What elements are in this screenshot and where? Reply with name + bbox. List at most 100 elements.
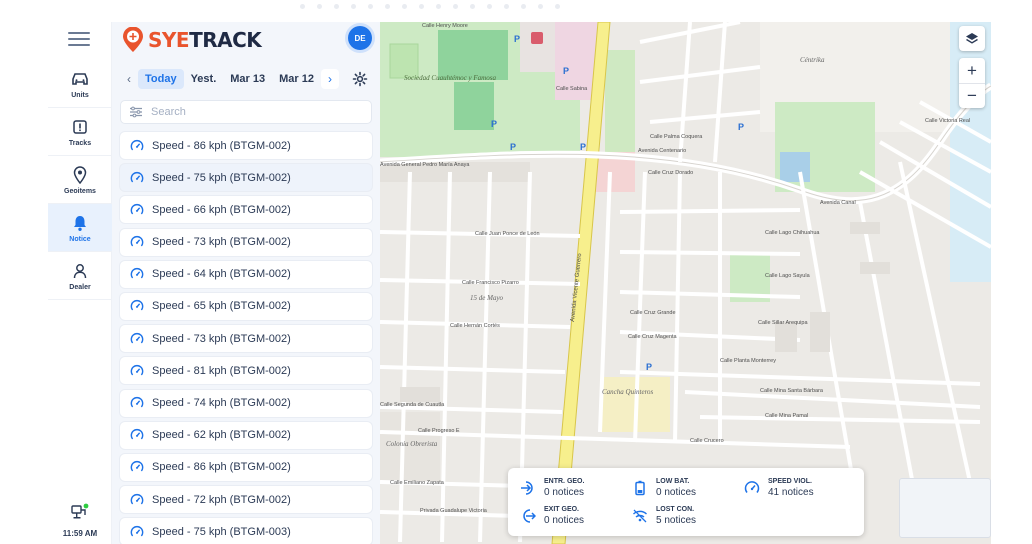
speedometer-icon bbox=[130, 203, 144, 215]
prev-date-button[interactable]: ‹ bbox=[120, 69, 138, 89]
battery-icon bbox=[630, 478, 650, 498]
settings-gear-icon[interactable] bbox=[351, 70, 369, 88]
map-place-label: Sociedad Cuauhtémoc y Famosa bbox=[404, 74, 496, 82]
speedometer-icon bbox=[742, 478, 762, 498]
notice-item[interactable]: Speed - 73 kph (BTGM-002) bbox=[120, 228, 372, 256]
notice-item[interactable]: Speed - 75 kph (BTGM-003) bbox=[120, 518, 372, 544]
svg-text:P: P bbox=[514, 34, 520, 44]
user-avatar[interactable]: DE bbox=[348, 26, 372, 50]
map-place-label: Colonia Obrerista bbox=[386, 440, 438, 448]
map-place-label: Cancha Quinteros bbox=[602, 388, 654, 396]
notice-item[interactable]: Speed - 72 kph (BTGM-002) bbox=[120, 486, 372, 514]
car-icon bbox=[69, 68, 91, 90]
svg-text:P: P bbox=[510, 142, 516, 152]
notice-text: Speed - 86 kph (BTGM-002) bbox=[152, 139, 291, 152]
nav-item-notice[interactable]: Notice bbox=[48, 204, 112, 252]
map-street-label: Calle Henry Moore bbox=[422, 23, 468, 29]
nav-rail: Units Tracks Geoitems Notice Dealer 11:5… bbox=[48, 22, 112, 544]
map-street-label: Avenida General Pedro María Anaya bbox=[380, 162, 470, 168]
notice-text: Speed - 75 kph (BTGM-002) bbox=[152, 171, 291, 184]
date-chip-mar13[interactable]: Mar 13 bbox=[223, 69, 272, 89]
notice-text: Speed - 73 kph (BTGM-002) bbox=[152, 332, 291, 345]
notice-item[interactable]: Speed - 86 kph (BTGM-002) bbox=[120, 453, 372, 481]
map-view[interactable]: P P P P P P P Calle Henry Moore Calle Sabina… bbox=[380, 22, 991, 544]
speedometer-icon bbox=[130, 461, 144, 472]
notice-item[interactable]: Speed - 75 kph (BTGM-002) bbox=[120, 164, 372, 192]
nav-item-dealer[interactable]: Dealer bbox=[48, 252, 112, 300]
svg-text:P: P bbox=[563, 66, 569, 76]
nav-item-label: Dealer bbox=[69, 284, 91, 291]
notice-list: Speed - 86 kph (BTGM-002) Speed - 75 kph … bbox=[120, 132, 372, 544]
layers-icon[interactable] bbox=[959, 26, 985, 51]
map-place-label: Céntrika bbox=[800, 56, 825, 64]
map-street-label: Calle Crucero bbox=[690, 438, 724, 444]
app-root: Units Tracks Geoitems Notice Dealer 11:5… bbox=[0, 0, 1032, 544]
date-chip-today[interactable]: Today bbox=[138, 69, 184, 89]
notice-item[interactable]: Speed - 65 kph (BTGM-002) bbox=[120, 292, 372, 320]
loading-dots bbox=[300, 4, 560, 10]
logo-pin-icon bbox=[123, 27, 143, 52]
notice-text: Speed - 75 kph (BTGM-003) bbox=[152, 525, 291, 538]
notice-item[interactable]: Speed - 64 kph (BTGM-002) bbox=[120, 260, 372, 288]
layers-control bbox=[959, 26, 985, 51]
map-street-label: Calle Cruz Dorado bbox=[648, 170, 693, 176]
filter-icon[interactable] bbox=[129, 106, 143, 118]
notice-text: Speed - 73 kph (BTGM-002) bbox=[152, 236, 291, 249]
zoom-out-button[interactable]: − bbox=[959, 83, 985, 108]
nav-item-label: Geoitems bbox=[64, 188, 96, 195]
route-icon bbox=[69, 116, 91, 138]
map-street-label: Calle Progreso E bbox=[418, 428, 460, 434]
notice-item[interactable]: Speed - 73 kph (BTGM-002) bbox=[120, 325, 372, 353]
status-time: 11:59 AM bbox=[62, 529, 98, 538]
pin-icon bbox=[69, 164, 91, 186]
bell-icon bbox=[69, 212, 91, 234]
notices-panel: SYETRACK DE ‹ Today Yest. Mar 13 Mar 12 … bbox=[112, 22, 380, 544]
zoom-in-button[interactable]: + bbox=[959, 58, 985, 83]
notice-summary: ENTR. GEO. 0 notices EXIT GEO. 0 notices L… bbox=[508, 468, 864, 536]
logo-text: SYETRACK bbox=[148, 28, 262, 52]
notice-item[interactable]: Speed - 62 kph (BTGM-002) bbox=[120, 421, 372, 449]
notice-item[interactable]: Speed - 81 kph (BTGM-002) bbox=[120, 357, 372, 385]
enter-geofence-icon bbox=[518, 478, 538, 498]
nav-item-label: Tracks bbox=[68, 140, 92, 147]
map-place-label: 15 de Mayo bbox=[470, 294, 504, 302]
map-street-label: Avenida Canal bbox=[820, 200, 856, 206]
notice-text: Speed - 81 kph (BTGM-002) bbox=[152, 364, 291, 377]
map-street-label: Calle Palma Coquera bbox=[650, 134, 703, 140]
notice-text: Speed - 66 kph (BTGM-002) bbox=[152, 203, 291, 216]
notice-text: Speed - 86 kph (BTGM-002) bbox=[152, 461, 291, 474]
menu-icon[interactable] bbox=[68, 30, 90, 48]
search-input[interactable] bbox=[151, 106, 361, 118]
summary-entr-geo[interactable]: ENTR. GEO. 0 notices bbox=[518, 478, 584, 498]
search-box bbox=[120, 100, 372, 124]
svg-text:P: P bbox=[646, 362, 652, 372]
nav-item-tracks[interactable]: Tracks bbox=[48, 108, 112, 156]
summary-low-bat[interactable]: LOW BAT. 0 notices bbox=[630, 478, 696, 498]
next-date-button[interactable]: › bbox=[320, 69, 339, 89]
map-street-label: Calle Segunda de Cuautla bbox=[380, 402, 445, 408]
nav-item-units[interactable]: Units bbox=[48, 60, 112, 108]
map-street-label: Calle Planta Monterrey bbox=[720, 358, 776, 364]
date-chip-yesterday[interactable]: Yest. bbox=[184, 69, 224, 89]
nav-item-label: Units bbox=[71, 92, 89, 99]
speedometer-icon bbox=[130, 268, 144, 279]
svg-text:P: P bbox=[491, 119, 497, 129]
minimap[interactable] bbox=[899, 478, 991, 538]
svg-text:P: P bbox=[738, 122, 744, 132]
notice-text: Speed - 64 kph (BTGM-002) bbox=[152, 268, 291, 281]
date-chip-mar12[interactable]: Mar 12 bbox=[272, 69, 321, 89]
notice-item[interactable]: Speed - 66 kph (BTGM-002) bbox=[120, 196, 372, 224]
speedometer-icon bbox=[130, 332, 144, 344]
summary-lost-con[interactable]: LOST CON. 5 notices bbox=[630, 506, 696, 526]
notice-item[interactable]: Speed - 86 kph (BTGM-002) bbox=[120, 132, 372, 159]
map-street-label: Calle Francisco Pizarro bbox=[462, 280, 519, 286]
notice-text: Speed - 72 kph (BTGM-002) bbox=[152, 493, 291, 506]
map-street-label: Calle Victoria Real bbox=[925, 118, 970, 124]
nav-item-geoitems[interactable]: Geoitems bbox=[48, 156, 112, 204]
summary-speed-viol[interactable]: SPEED VIOL. 41 notices bbox=[742, 478, 814, 498]
brand-logo: SYETRACK bbox=[120, 24, 262, 56]
summary-exit-geo[interactable]: EXIT GEO. 0 notices bbox=[518, 506, 584, 526]
wifi-off-icon bbox=[630, 506, 650, 526]
connection-icon bbox=[71, 503, 89, 519]
notice-item[interactable]: Speed - 74 kph (BTGM-002) bbox=[120, 389, 372, 417]
